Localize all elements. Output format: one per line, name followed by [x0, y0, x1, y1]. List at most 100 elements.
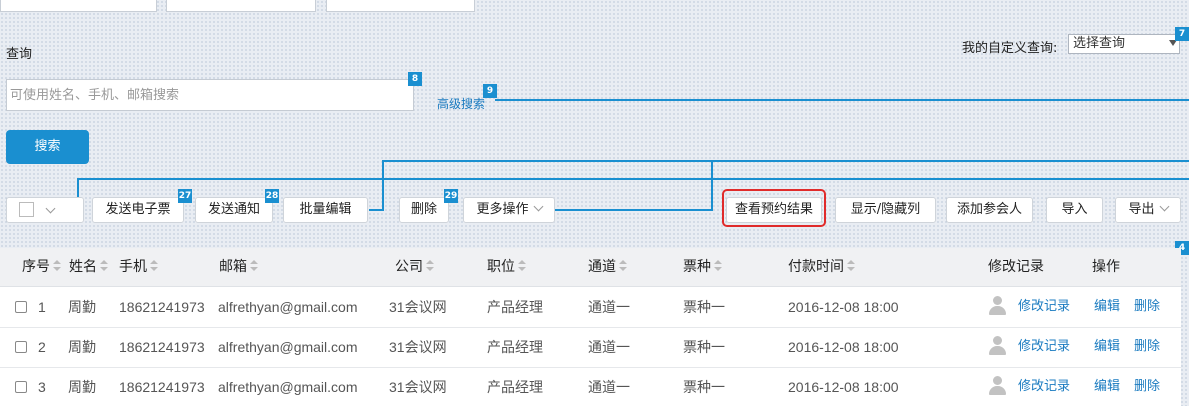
edit-log-link[interactable]: 修改记录 — [1018, 287, 1070, 327]
cell-ticket: 票种一 — [683, 299, 725, 315]
cell-phone: 18621241973 — [119, 299, 205, 315]
cell-phone: 18621241973 — [119, 339, 205, 355]
cell-email: alfrethyan@gmail.com — [218, 299, 358, 315]
cell-channel: 通道一 — [588, 339, 630, 355]
custom-query-select[interactable]: 选择查询 — [1068, 34, 1180, 54]
header-name[interactable]: 姓名 — [69, 248, 108, 286]
user-avatar-icon — [988, 376, 1006, 396]
header-actions: 操作 — [1092, 259, 1120, 275]
edit-link[interactable]: 编辑 — [1094, 287, 1120, 327]
badge-7: 7 — [1175, 27, 1189, 41]
user-avatar-icon — [988, 336, 1006, 356]
sort-icon — [100, 260, 108, 272]
attendee-table: 序号 姓名 手机 邮箱 公司 职位 通道 票种 付款时间 修改记录 操作 1 周… — [0, 248, 1181, 406]
connector-line — [77, 178, 79, 198]
search-button[interactable]: 搜索 — [6, 130, 89, 164]
header-company[interactable]: 公司 — [395, 248, 434, 286]
top-field-2[interactable] — [166, 0, 316, 12]
cell-pay-time: 2016-12-08 18:00 — [788, 299, 899, 315]
edit-link[interactable]: 编辑 — [1094, 367, 1120, 406]
chevron-down-icon — [45, 203, 56, 214]
sort-icon — [53, 260, 61, 272]
cell-channel: 通道一 — [588, 379, 630, 395]
table-row: 3 周勤 18621241973 alfrethyan@gmail.com 31… — [0, 367, 1181, 406]
batch-edit-button[interactable]: 批量编辑 — [283, 197, 368, 223]
send-notice-button[interactable]: 发送通知 — [195, 197, 273, 223]
header-email[interactable]: 邮箱 — [219, 248, 258, 286]
select-all-dropdown[interactable] — [6, 197, 84, 223]
connector-line — [495, 99, 1189, 101]
delete-link[interactable]: 删除 — [1134, 327, 1160, 367]
cell-name: 周勤 — [68, 299, 96, 315]
select-all-checkbox[interactable] — [19, 202, 34, 217]
badge-27: 27 — [178, 189, 192, 203]
top-field-3[interactable] — [326, 0, 475, 12]
cell-ticket: 票种一 — [683, 379, 725, 395]
import-button[interactable]: 导入 — [1046, 197, 1103, 223]
delete-link[interactable]: 删除 — [1134, 367, 1160, 406]
cell-name: 周勤 — [68, 339, 96, 355]
sort-icon — [847, 260, 855, 272]
export-label: 导出 — [1128, 202, 1155, 217]
sort-icon — [426, 260, 434, 272]
table-row: 2 周勤 18621241973 alfrethyan@gmail.com 31… — [0, 327, 1181, 368]
sort-icon — [250, 260, 258, 272]
add-attendee-button[interactable]: 添加参会人 — [946, 197, 1033, 223]
header-pay-time[interactable]: 付款时间 — [788, 248, 855, 286]
connector-line — [555, 209, 713, 211]
cell-email: alfrethyan@gmail.com — [218, 379, 358, 395]
edit-log-link[interactable]: 修改记录 — [1018, 327, 1070, 367]
edit-link[interactable]: 编辑 — [1094, 327, 1120, 367]
header-index[interactable]: 序号 — [22, 248, 61, 286]
delete-link[interactable]: 删除 — [1134, 287, 1160, 327]
chevron-down-icon — [1159, 201, 1169, 212]
cell-index: 3 — [38, 379, 46, 395]
cell-phone: 18621241973 — [119, 379, 205, 395]
sort-icon — [714, 260, 722, 272]
advanced-search-link[interactable]: 高级搜索 — [437, 95, 485, 112]
more-actions-label: 更多操作 — [476, 202, 529, 217]
cell-company: 31会议网 — [389, 339, 447, 355]
search-input[interactable]: 可使用姓名、手机、邮箱搜索 — [6, 79, 414, 111]
header-channel[interactable]: 通道 — [588, 248, 627, 286]
header-edit-log: 修改记录 — [988, 259, 1044, 275]
cell-pay-time: 2016-12-08 18:00 — [788, 339, 899, 355]
badge-29: 29 — [444, 189, 458, 203]
delete-button[interactable]: 删除 — [399, 197, 449, 223]
row-checkbox[interactable] — [15, 301, 27, 313]
sort-icon — [150, 260, 158, 272]
badge-8: 8 — [408, 72, 422, 86]
export-dropdown[interactable]: 导出 — [1115, 197, 1181, 223]
more-actions-dropdown[interactable]: 更多操作 — [463, 197, 555, 223]
row-checkbox[interactable] — [15, 341, 27, 353]
cell-index: 1 — [38, 299, 46, 315]
cell-name: 周勤 — [68, 379, 96, 395]
send-ticket-button[interactable]: 发送电子票 — [92, 197, 184, 223]
sort-icon — [619, 260, 627, 272]
cell-email: alfrethyan@gmail.com — [218, 339, 358, 355]
cell-pay-time: 2016-12-08 18:00 — [788, 379, 899, 395]
cell-channel: 通道一 — [588, 299, 630, 315]
row-checkbox[interactable] — [15, 381, 27, 393]
table-header: 序号 姓名 手机 邮箱 公司 职位 通道 票种 付款时间 修改记录 操作 — [0, 248, 1181, 287]
header-phone[interactable]: 手机 — [119, 248, 158, 286]
cell-company: 31会议网 — [389, 379, 447, 395]
cell-index: 2 — [38, 339, 46, 355]
connector-line — [77, 178, 1189, 180]
cell-position: 产品经理 — [487, 339, 543, 355]
cell-ticket: 票种一 — [683, 339, 725, 355]
edit-log-link[interactable]: 修改记录 — [1018, 367, 1070, 406]
header-ticket[interactable]: 票种 — [683, 248, 722, 286]
sort-icon — [518, 260, 526, 272]
chevron-down-icon — [533, 201, 543, 212]
query-label: 查询 — [6, 47, 33, 62]
custom-query-value: 选择查询 — [1073, 36, 1126, 51]
user-avatar-icon — [988, 296, 1006, 316]
header-position[interactable]: 职位 — [487, 248, 526, 286]
table-row: 1 周勤 18621241973 alfrethyan@gmail.com 31… — [0, 287, 1181, 328]
top-field-1[interactable] — [0, 0, 157, 12]
cell-company: 31会议网 — [389, 299, 447, 315]
toggle-columns-button[interactable]: 显示/隐藏列 — [835, 197, 936, 223]
connector-line — [369, 209, 384, 211]
custom-query-label: 我的自定义查询: — [962, 41, 1058, 56]
